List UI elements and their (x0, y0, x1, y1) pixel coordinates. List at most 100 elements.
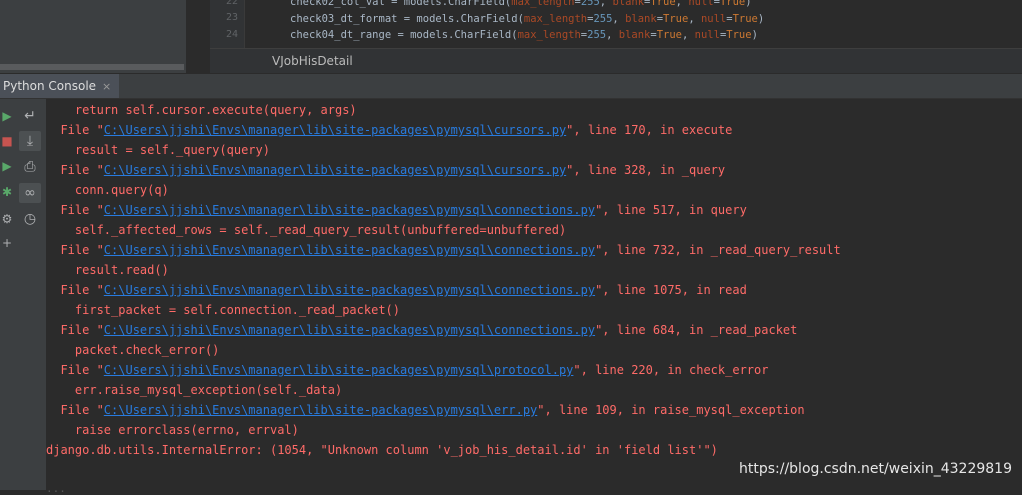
history-icon[interactable]: ◷ (19, 209, 41, 229)
line-number: 24 (225, 29, 238, 40)
console-line: result = self._query(query) (46, 140, 270, 160)
console-line: self._affected_rows = self._read_query_r… (46, 220, 566, 240)
line-text: ", line 109, in raise_mysql_exception (537, 403, 805, 417)
line-number-gutter: 22 23 24 (210, 0, 245, 48)
line-text: ", line 684, in _read_packet (595, 323, 798, 337)
code-token: ) (751, 29, 758, 41)
file-link[interactable]: C:\Users\jjshi\Envs\manager\lib\site-pac… (104, 203, 595, 217)
console-line: conn.query(q) (46, 180, 169, 200)
breadcrumb-bar: VJobHisDetail (210, 48, 1022, 73)
code-token: True (726, 29, 752, 41)
line-text: raise errorclass(errno, errval) (46, 423, 299, 437)
console-output[interactable]: return self.cursor.execute(query, args) … (46, 99, 1022, 490)
console-line: File "C:\Users\jjshi\Envs\manager\lib\si… (46, 200, 747, 220)
line-text: File " (46, 243, 104, 257)
file-link[interactable]: C:\Users\jjshi\Envs\manager\lib\site-pac… (104, 283, 595, 297)
run-icon[interactable]: ▶ (0, 157, 14, 175)
console-line: result.read() (46, 260, 169, 280)
file-link[interactable]: C:\Users\jjshi\Envs\manager\lib\site-pac… (104, 403, 537, 417)
project-panel (0, 0, 186, 73)
editor-area: 22 23 24 check02_col_val = models.CharFi… (0, 0, 1022, 73)
code-token: 255 (593, 12, 613, 25)
line-text: django.db.utils.InternalError: (1054, "U… (46, 443, 718, 457)
watermark: https://blog.csdn.net/weixin_43229819 (738, 461, 1012, 477)
line-number: 23 (225, 12, 238, 23)
line-text: self._affected_rows = self._read_query_r… (46, 223, 567, 237)
code-token: check02_col_val = models.CharField( (290, 0, 512, 8)
line-text: result.read() (46, 263, 169, 277)
code-token: True (650, 0, 676, 8)
console-line: File "C:\Users\jjshi\Envs\manager\lib\si… (46, 360, 768, 380)
code-token: max_length (511, 0, 575, 8)
code-line: check03_dt_format = models.CharField(max… (290, 13, 764, 25)
scroll-to-end-icon[interactable]: ⤓ (19, 131, 41, 151)
tab-label: Python Console (3, 79, 97, 93)
code-editor[interactable]: check02_col_val = models.CharField(max_l… (250, 0, 980, 48)
line-text: File " (46, 163, 104, 177)
console-line: File "C:\Users\jjshi\Envs\manager\lib\si… (46, 120, 732, 140)
code-token: , (675, 0, 689, 8)
line-text: File " (46, 403, 104, 417)
file-link[interactable]: C:\Users\jjshi\Envs\manager\lib\site-pac… (104, 323, 595, 337)
file-link[interactable]: C:\Users\jjshi\Envs\manager\lib\site-pac… (104, 363, 574, 377)
console-line: django.db.utils.InternalError: (1054, "U… (46, 440, 718, 460)
line-number: 22 (225, 0, 238, 7)
tab-python-console[interactable]: Python Console × (0, 74, 120, 98)
console-prompt[interactable]: ... (46, 482, 66, 495)
line-text: packet.check_error() (46, 343, 220, 357)
file-link[interactable]: C:\Users\jjshi\Envs\manager\lib\site-pac… (104, 163, 566, 177)
code-token: , (612, 12, 626, 25)
console-run-toolbar: ▶ ■ ▶ ✱ ⚙ + (0, 99, 14, 490)
horizontal-scrollbar[interactable] (0, 64, 184, 70)
code-token: null (688, 0, 714, 8)
line-text: File " (46, 203, 104, 217)
console-line: File "C:\Users\jjshi\Envs\manager\lib\si… (46, 320, 797, 340)
code-line: check04_dt_range = models.CharField(max_… (290, 29, 758, 41)
code-token: , (599, 0, 613, 8)
code-token: , (606, 29, 619, 41)
show-variables-icon[interactable]: ∞ (19, 183, 41, 203)
console-line: File "C:\Users\jjshi\Envs\manager\lib\si… (46, 160, 725, 180)
soft-wrap-icon[interactable]: ↵ (19, 106, 41, 126)
add-icon[interactable]: + (0, 234, 14, 252)
line-text: ", line 170, in execute (566, 123, 733, 137)
line-text: first_packet = self.connection._read_pac… (46, 303, 401, 317)
line-text: ", line 328, in _query (566, 163, 726, 177)
stop-icon[interactable]: ■ (0, 132, 14, 150)
file-link[interactable]: C:\Users\jjshi\Envs\manager\lib\site-pac… (104, 243, 595, 257)
settings-icon[interactable]: ⚙ (0, 210, 14, 228)
code-token: ) (757, 12, 765, 25)
line-text: result = self._query(query) (46, 143, 270, 157)
code-token: blank (618, 29, 651, 41)
console-line: File "C:\Users\jjshi\Envs\manager\lib\si… (46, 280, 747, 300)
line-text: File " (46, 123, 104, 137)
console-line: File "C:\Users\jjshi\Envs\manager\lib\si… (46, 240, 841, 260)
print-icon[interactable]: ⎙ (19, 157, 41, 177)
file-link[interactable]: C:\Users\jjshi\Envs\manager\lib\site-pac… (104, 123, 566, 137)
line-text: return self.cursor.execute(query, args) (46, 103, 357, 117)
console-line: err.raise_mysql_exception(self._data) (46, 380, 342, 400)
close-icon[interactable]: × (102, 80, 111, 93)
console-header: Python Console × (0, 74, 1022, 99)
code-token: max_length (517, 29, 581, 41)
code-token: check04_dt_range = models.CharField( (290, 29, 518, 41)
code-token: max_length (523, 12, 588, 25)
line-text: File " (46, 323, 104, 337)
code-token: True (732, 12, 758, 25)
code-token: null (700, 12, 727, 25)
code-token: null (694, 29, 720, 41)
line-text: ", line 1075, in read (595, 283, 747, 297)
console-line: File "C:\Users\jjshi\Envs\manager\lib\si… (46, 400, 805, 420)
rerun-icon[interactable]: ▶ (0, 107, 14, 125)
code-token: 255 (587, 29, 607, 41)
line-text: ", line 517, in query (595, 203, 747, 217)
debug-icon[interactable]: ✱ (0, 183, 14, 201)
console-line: packet.check_error() (46, 340, 220, 360)
console-line: return self.cursor.execute(query, args) (46, 100, 357, 120)
code-token: , (688, 12, 701, 25)
code-token: True (719, 0, 746, 8)
line-text: File " (46, 363, 104, 377)
code-token: blank (612, 0, 645, 8)
line-text: ", line 732, in _read_query_result (595, 243, 841, 257)
breadcrumb[interactable]: VJobHisDetail (272, 54, 353, 68)
